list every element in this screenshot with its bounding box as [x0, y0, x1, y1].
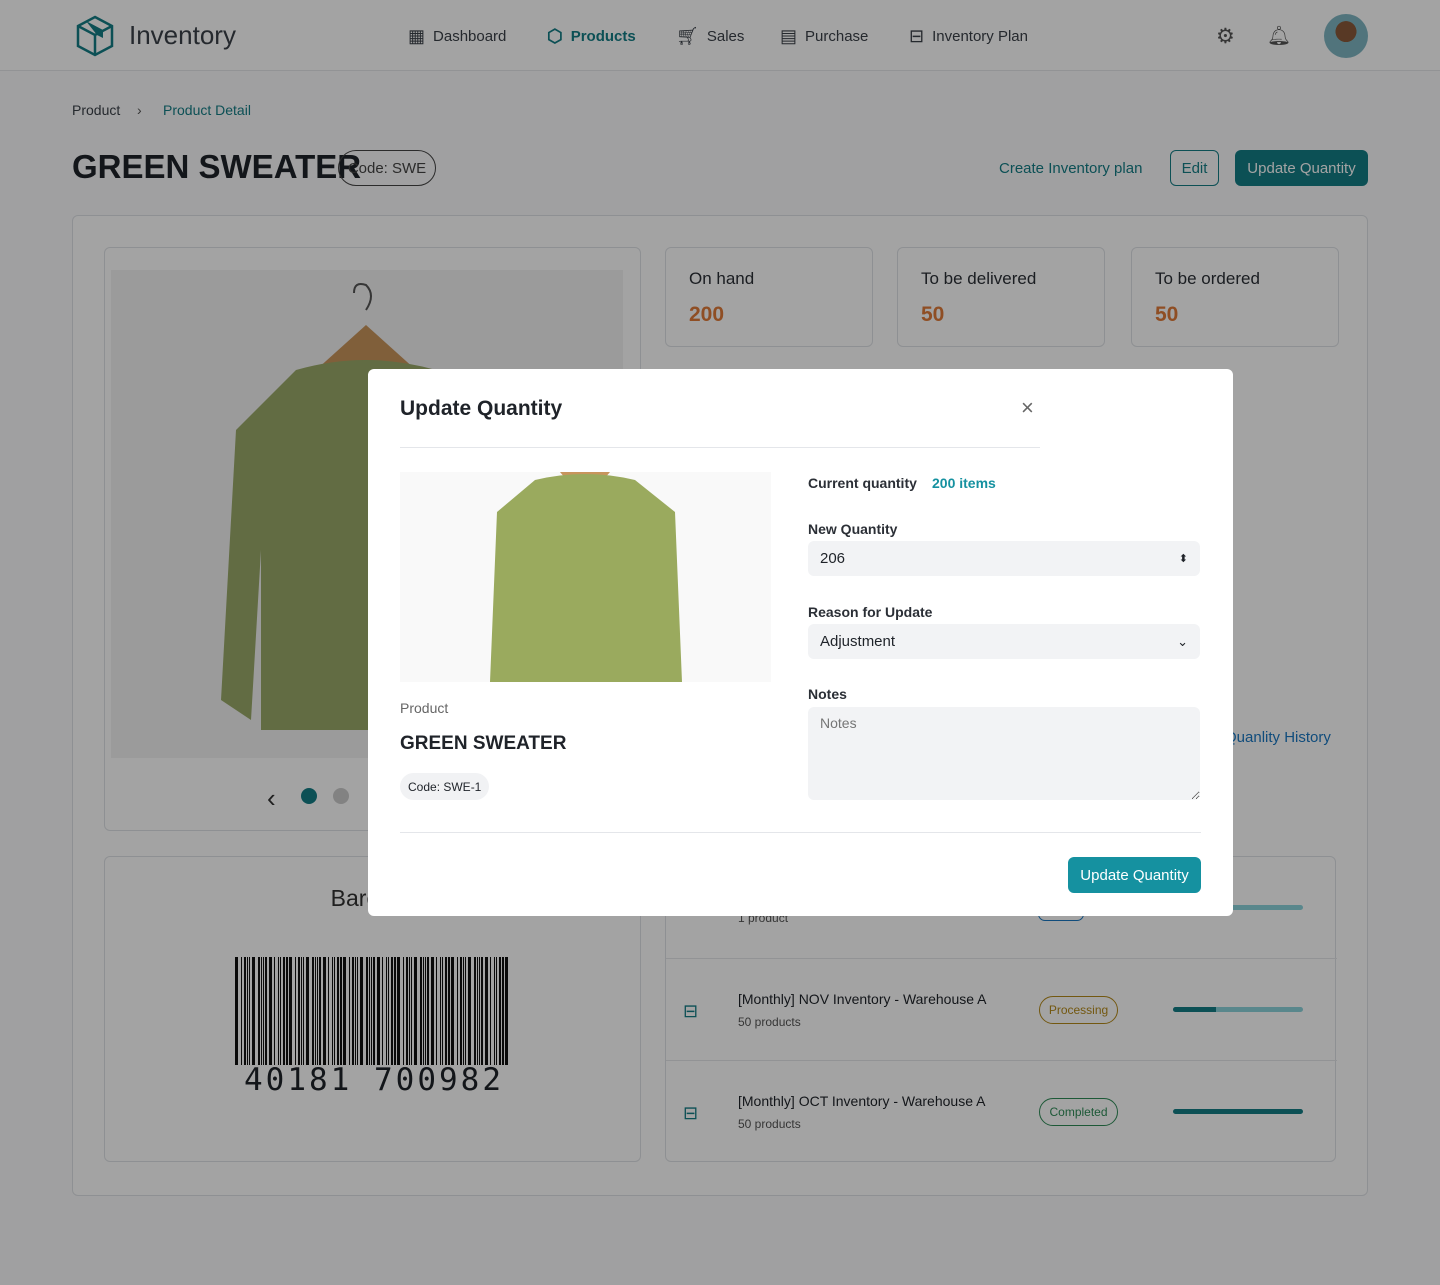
new-quantity-label: New Quantity — [808, 521, 898, 537]
new-quantity-input[interactable]: 206 ⬍ — [808, 541, 1200, 576]
notes-label: Notes — [808, 686, 847, 702]
notes-textarea[interactable] — [808, 707, 1200, 800]
reason-value: Adjustment — [820, 633, 896, 650]
divider — [400, 447, 1040, 448]
current-quantity-label: Current quantity — [808, 475, 917, 491]
reason-select[interactable]: Adjustment ⌄ — [808, 624, 1200, 659]
submit-update-quantity-button[interactable]: Update Quantity — [1068, 857, 1201, 893]
divider — [400, 832, 1201, 833]
update-quantity-modal: Update Quantity × Product GREEN SWEATER … — [368, 369, 1233, 916]
chevron-down-icon: ⌄ — [1177, 633, 1188, 649]
stepper-icon[interactable]: ⬍ — [1179, 552, 1188, 565]
close-icon[interactable]: × — [1021, 395, 1034, 421]
product-label: Product — [400, 700, 449, 716]
new-quantity-value: 206 — [820, 550, 846, 567]
modal-title: Update Quantity — [400, 397, 563, 420]
current-quantity-value: 200 items — [932, 475, 996, 491]
product-code-badge: Code: SWE-1 — [400, 773, 490, 800]
reason-label: Reason for Update — [808, 604, 933, 620]
product-name: GREEN SWEATER — [400, 733, 567, 754]
modal-product-image — [400, 472, 771, 682]
